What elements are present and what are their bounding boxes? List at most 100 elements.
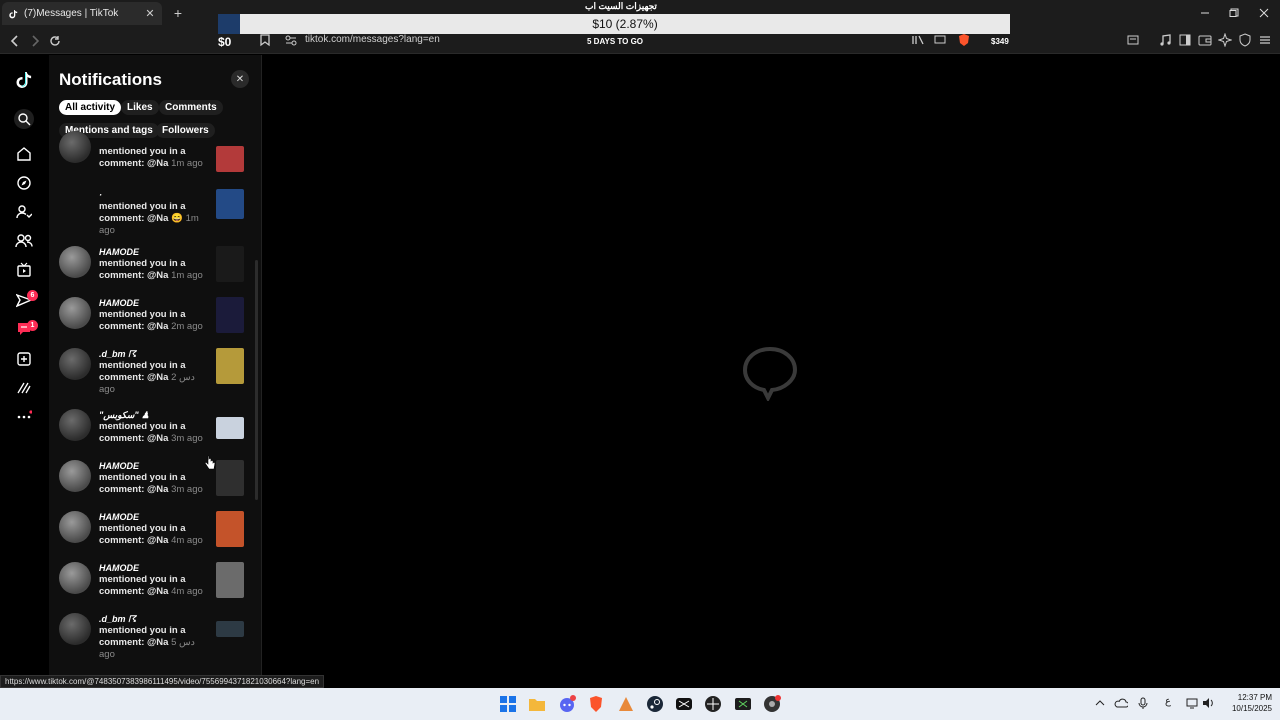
tiktok-studio-icon[interactable] xyxy=(14,378,34,398)
steam-icon[interactable] xyxy=(646,695,664,713)
bookmark-icon[interactable] xyxy=(258,33,272,47)
live-icon[interactable] xyxy=(14,260,34,280)
video-thumbnail[interactable] xyxy=(216,417,244,439)
avatar[interactable] xyxy=(59,348,91,380)
search-icon[interactable] xyxy=(14,109,34,129)
language-indicator[interactable]: ع xyxy=(1165,696,1171,707)
video-thumbnail[interactable] xyxy=(216,621,244,637)
sidebar-icon[interactable] xyxy=(1178,33,1192,47)
notification-item[interactable]: .d_bm ☈ mentioned you in a comment: @Na … xyxy=(49,613,254,673)
site-info-icon[interactable] xyxy=(284,33,298,47)
banner-amount: $10 (2.87%) xyxy=(240,14,1010,34)
video-thumbnail[interactable] xyxy=(216,146,244,172)
brave-browser-icon[interactable] xyxy=(587,695,605,713)
notification-text: · mentioned you in a comment: @Na 😄 1m a… xyxy=(99,190,199,236)
forward-icon[interactable] xyxy=(26,32,44,50)
video-thumbnail[interactable] xyxy=(216,189,244,219)
minimize-icon[interactable] xyxy=(1190,4,1220,22)
filter-likes[interactable]: Likes xyxy=(121,100,159,115)
menu-icon[interactable] xyxy=(1258,33,1272,47)
reload-icon[interactable] xyxy=(46,32,64,50)
brave-shields-icon[interactable] xyxy=(957,33,971,47)
close-icon[interactable]: ✕ xyxy=(231,70,249,88)
notification-item[interactable]: mentioned you in a comment: @Na 1m ago xyxy=(49,131,254,185)
reader-mode-icon[interactable] xyxy=(1126,33,1140,47)
notification-item[interactable]: "سكوبس" ♟ mentioned you in a comment: @N… xyxy=(49,409,254,459)
messages-badge: 1 xyxy=(27,320,38,331)
notification-item[interactable]: HAMODE mentioned you in a comment: @Na 4… xyxy=(49,562,254,612)
notification-item[interactable]: · mentioned you in a comment: @Na 😄 1m a… xyxy=(49,189,254,237)
chrome-profile-icon[interactable] xyxy=(763,695,781,713)
browser-tab[interactable]: (7)Messages | TikTok ✕ xyxy=(2,2,162,25)
notification-text: HAMODE mentioned you in a comment: @Na 1… xyxy=(99,247,203,281)
file-explorer-icon[interactable] xyxy=(528,695,546,713)
status-url: https://www.tiktok.com/@7483507383986111… xyxy=(0,675,325,688)
notification-item[interactable]: HAMODE mentioned you in a comment: @Na 3… xyxy=(49,460,254,510)
notification-text: HAMODE mentioned you in a comment: @Na 2… xyxy=(99,298,203,332)
avatar[interactable] xyxy=(59,246,91,278)
filter-comments[interactable]: Comments xyxy=(159,100,223,115)
filter-all-activity[interactable]: All activity xyxy=(59,100,122,115)
banner-money-left: $0 xyxy=(218,35,232,49)
video-thumbnail[interactable] xyxy=(216,460,244,496)
video-thumbnail[interactable] xyxy=(216,297,244,333)
avatar[interactable] xyxy=(59,297,91,329)
avatar[interactable] xyxy=(59,562,91,594)
vpn-icon[interactable] xyxy=(1238,33,1252,47)
tray-overflow-icon[interactable] xyxy=(1094,697,1106,712)
notification-text: HAMODE mentioned you in a comment: @Na 4… xyxy=(99,512,203,546)
video-thumbnail[interactable] xyxy=(216,511,244,547)
notification-item[interactable]: HAMODE mentioned you in a comment: @Na 4… xyxy=(49,511,254,561)
notification-text: .d_bm ☈ mentioned you in a comment: @Na … xyxy=(99,614,195,660)
video-thumbnail[interactable] xyxy=(216,348,244,384)
tab-close-icon[interactable]: ✕ xyxy=(144,7,156,20)
notification-item[interactable]: HAMODE mentioned you in a comment: @Na 2… xyxy=(49,297,254,347)
onedrive-icon[interactable] xyxy=(1114,697,1129,712)
app-icon[interactable] xyxy=(617,695,635,713)
avatar[interactable] xyxy=(59,131,91,163)
volume-icon[interactable] xyxy=(1202,697,1216,712)
music-icon[interactable] xyxy=(1158,33,1172,47)
video-thumbnail[interactable] xyxy=(216,562,244,598)
avatar[interactable] xyxy=(59,409,91,441)
upload-icon[interactable] xyxy=(14,349,34,369)
new-tab-button[interactable]: + xyxy=(170,5,186,21)
cast-icon[interactable] xyxy=(933,33,947,47)
notification-text: "سكوبس" ♟ mentioned you in a comment: @N… xyxy=(99,410,203,444)
microphone-icon[interactable] xyxy=(1137,697,1149,712)
explore-icon[interactable] xyxy=(14,173,34,193)
avatar[interactable] xyxy=(59,613,91,645)
game-app-icon[interactable] xyxy=(704,695,722,713)
notification-item[interactable]: HAMODE mentioned you in a comment: @Na 1… xyxy=(49,246,254,296)
windows-start-icon[interactable] xyxy=(499,695,517,713)
more-icon[interactable] xyxy=(14,406,34,426)
discord-icon[interactable] xyxy=(558,695,576,713)
wallet-icon[interactable] xyxy=(1198,33,1212,47)
scrollbar[interactable] xyxy=(255,260,258,500)
tiktok-nav-rail: 6 1 xyxy=(0,55,49,687)
network-icon[interactable] xyxy=(1186,697,1200,712)
avatar[interactable] xyxy=(59,460,91,492)
notifications-panel: Notifications ✕ All activity Likes Comme… xyxy=(49,55,262,687)
clock-date: 10/15/2025 xyxy=(1231,704,1272,713)
following-icon[interactable] xyxy=(14,202,34,222)
xbox-icon[interactable] xyxy=(734,695,752,713)
taskbar-clock[interactable]: 12:37 PM 10/15/2025 xyxy=(1222,692,1272,714)
banner-money-right: $349 xyxy=(991,37,1009,46)
back-icon[interactable] xyxy=(6,32,24,50)
home-icon[interactable] xyxy=(14,144,34,164)
address-bar[interactable]: tiktok.com/messages?lang=en xyxy=(305,34,440,45)
avatar[interactable] xyxy=(59,511,91,543)
leo-ai-icon[interactable] xyxy=(1217,32,1233,48)
notification-text: .d_bm ☈ mentioned you in a comment: @Na … xyxy=(99,349,195,395)
filter-followers[interactable]: Followers xyxy=(156,123,215,138)
media-off-icon[interactable] xyxy=(911,33,925,47)
video-thumbnail[interactable] xyxy=(216,246,244,282)
notification-item[interactable]: .d_bm ☈ mentioned you in a comment: @Na … xyxy=(49,348,254,406)
maximize-icon[interactable] xyxy=(1219,4,1249,22)
notification-text: HAMODE mentioned you in a comment: @Na 3… xyxy=(99,461,203,495)
capcut-icon[interactable] xyxy=(675,695,693,713)
window-close-icon[interactable] xyxy=(1249,4,1279,22)
friends-icon[interactable] xyxy=(14,231,34,251)
tiktok-logo-icon[interactable] xyxy=(14,70,34,90)
